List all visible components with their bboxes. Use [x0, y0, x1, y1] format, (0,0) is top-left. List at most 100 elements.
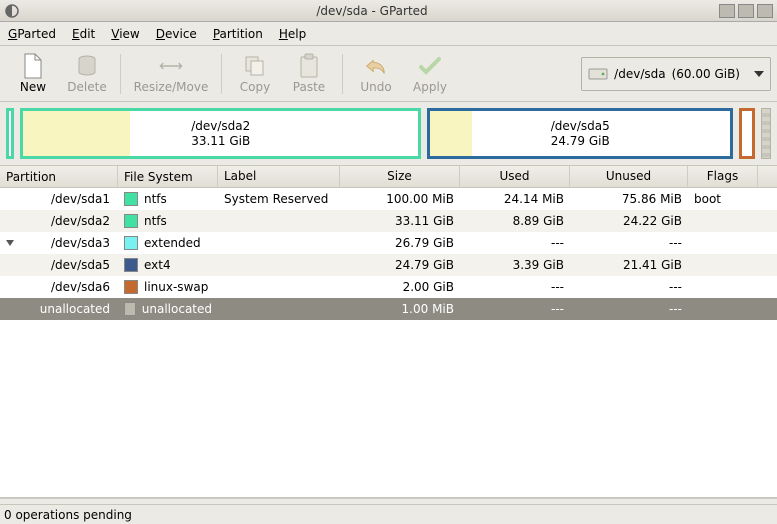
cell-size: 1.00 MiB — [340, 302, 460, 316]
partition-name: /dev/sda5 — [0, 258, 118, 272]
chevron-down-icon — [754, 71, 764, 77]
paste-button: Paste — [282, 49, 336, 99]
cell-size: 100.00 MiB — [340, 192, 460, 206]
separator — [120, 54, 121, 94]
new-label: New — [20, 80, 46, 94]
partition-name: /dev/sda2 — [0, 214, 118, 228]
resize-label: Resize/Move — [134, 80, 209, 94]
new-icon — [21, 54, 45, 78]
window-title: /dev/sda - GParted — [28, 4, 716, 18]
partition-table[interactable]: /dev/sda1ntfsSystem Reserved100.00 MiB24… — [0, 188, 777, 498]
undo-label: Undo — [360, 80, 391, 94]
titlebar: /dev/sda - GParted — [0, 0, 777, 22]
vis-sda2[interactable]: /dev/sda233.11 GiB — [20, 108, 421, 159]
vis-sda6[interactable] — [739, 108, 755, 159]
expander-icon[interactable] — [6, 240, 14, 246]
cell-used: --- — [460, 280, 570, 294]
menu-device[interactable]: Device — [156, 27, 197, 41]
copy-icon — [243, 54, 267, 78]
partition-name: /dev/sda6 — [0, 280, 118, 294]
undo-button: Undo — [349, 49, 403, 99]
cell-size: 26.79 GiB — [340, 236, 460, 250]
cell-used: --- — [460, 236, 570, 250]
partition-visual: /dev/sda233.11 GiB /dev/sda524.79 GiB — [0, 102, 777, 166]
menubar: GParted Edit View Device Partition Help — [0, 22, 777, 46]
cell-used: --- — [460, 302, 570, 316]
vis-sda2-size: 33.11 GiB — [191, 134, 250, 148]
cell-used: 24.14 MiB — [460, 192, 570, 206]
disk-icon — [588, 66, 608, 82]
delete-label: Delete — [67, 80, 106, 94]
vis-sda5[interactable]: /dev/sda524.79 GiB — [427, 108, 733, 159]
cell-unused: 75.86 MiB — [570, 192, 688, 206]
apply-icon — [418, 54, 442, 78]
cell-unused: --- — [570, 236, 688, 250]
partition-name: /dev/sda3 — [18, 236, 110, 250]
fs-swatch — [124, 302, 136, 316]
fs-swatch — [124, 258, 138, 272]
minimize-button[interactable] — [719, 4, 735, 18]
vis-sda2-name: /dev/sda2 — [191, 119, 250, 133]
col-used[interactable]: Used — [460, 166, 570, 187]
col-partition[interactable]: Partition — [0, 166, 118, 187]
cell-unused: 21.41 GiB — [570, 258, 688, 272]
menu-help[interactable]: Help — [279, 27, 306, 41]
fs-name: extended — [144, 236, 201, 250]
fs-swatch — [124, 214, 138, 228]
fs-name: ext4 — [144, 258, 171, 272]
paste-label: Paste — [293, 80, 325, 94]
col-label[interactable]: Label — [218, 166, 340, 187]
vis-scroll[interactable] — [761, 108, 771, 159]
status-text: 0 operations pending — [4, 508, 132, 522]
device-selector[interactable]: /dev/sda (60.00 GiB) — [581, 57, 771, 91]
delete-button: Delete — [60, 49, 114, 99]
fs-swatch — [124, 192, 138, 206]
menu-gparted[interactable]: GParted — [8, 27, 56, 41]
column-headers: Partition File System Label Size Used Un… — [0, 166, 777, 188]
fs-name: linux-swap — [144, 280, 208, 294]
cell-unused: --- — [570, 280, 688, 294]
undo-icon — [364, 54, 388, 78]
paste-icon — [297, 54, 321, 78]
separator — [221, 54, 222, 94]
table-row[interactable]: /dev/sda6linux-swap2.00 GiB------ — [0, 276, 777, 298]
cell-unused: --- — [570, 302, 688, 316]
apply-label: Apply — [413, 80, 447, 94]
vis-sda1[interactable] — [6, 108, 14, 159]
fs-swatch — [124, 280, 138, 294]
delete-icon — [75, 54, 99, 78]
menu-edit[interactable]: Edit — [72, 27, 95, 41]
maximize-button[interactable] — [738, 4, 754, 18]
close-button[interactable] — [757, 4, 773, 18]
table-row[interactable]: /dev/sda3extended26.79 GiB------ — [0, 232, 777, 254]
copy-label: Copy — [240, 80, 270, 94]
apply-button: Apply — [403, 49, 457, 99]
col-filesystem[interactable]: File System — [118, 166, 218, 187]
vis-sda5-size: 24.79 GiB — [551, 134, 610, 148]
cell-used: 8.89 GiB — [460, 214, 570, 228]
fs-name: ntfs — [144, 192, 167, 206]
cell-used: 3.39 GiB — [460, 258, 570, 272]
resize-icon — [159, 54, 183, 78]
menu-partition[interactable]: Partition — [213, 27, 263, 41]
separator — [342, 54, 343, 94]
copy-button: Copy — [228, 49, 282, 99]
table-row[interactable]: /dev/sda1ntfsSystem Reserved100.00 MiB24… — [0, 188, 777, 210]
cell-flags: boot — [688, 192, 758, 206]
device-name: /dev/sda — [614, 67, 665, 81]
col-size[interactable]: Size — [340, 166, 460, 187]
table-row[interactable]: /dev/sda5ext424.79 GiB3.39 GiB21.41 GiB — [0, 254, 777, 276]
table-row[interactable]: unallocatedunallocated1.00 MiB------ — [0, 298, 777, 320]
cell-size: 2.00 GiB — [340, 280, 460, 294]
vis-sda5-name: /dev/sda5 — [551, 119, 610, 133]
col-flags[interactable]: Flags — [688, 166, 758, 187]
resize-button: Resize/Move — [127, 49, 215, 99]
system-menu-icon[interactable] — [4, 3, 20, 19]
table-row[interactable]: /dev/sda2ntfs33.11 GiB8.89 GiB24.22 GiB — [0, 210, 777, 232]
cell-unused: 24.22 GiB — [570, 214, 688, 228]
new-button[interactable]: New — [6, 49, 60, 99]
menu-view[interactable]: View — [111, 27, 139, 41]
col-unused[interactable]: Unused — [570, 166, 688, 187]
cell-label: System Reserved — [218, 192, 340, 206]
toolbar: New Delete Resize/Move Copy Paste Undo A… — [0, 46, 777, 102]
